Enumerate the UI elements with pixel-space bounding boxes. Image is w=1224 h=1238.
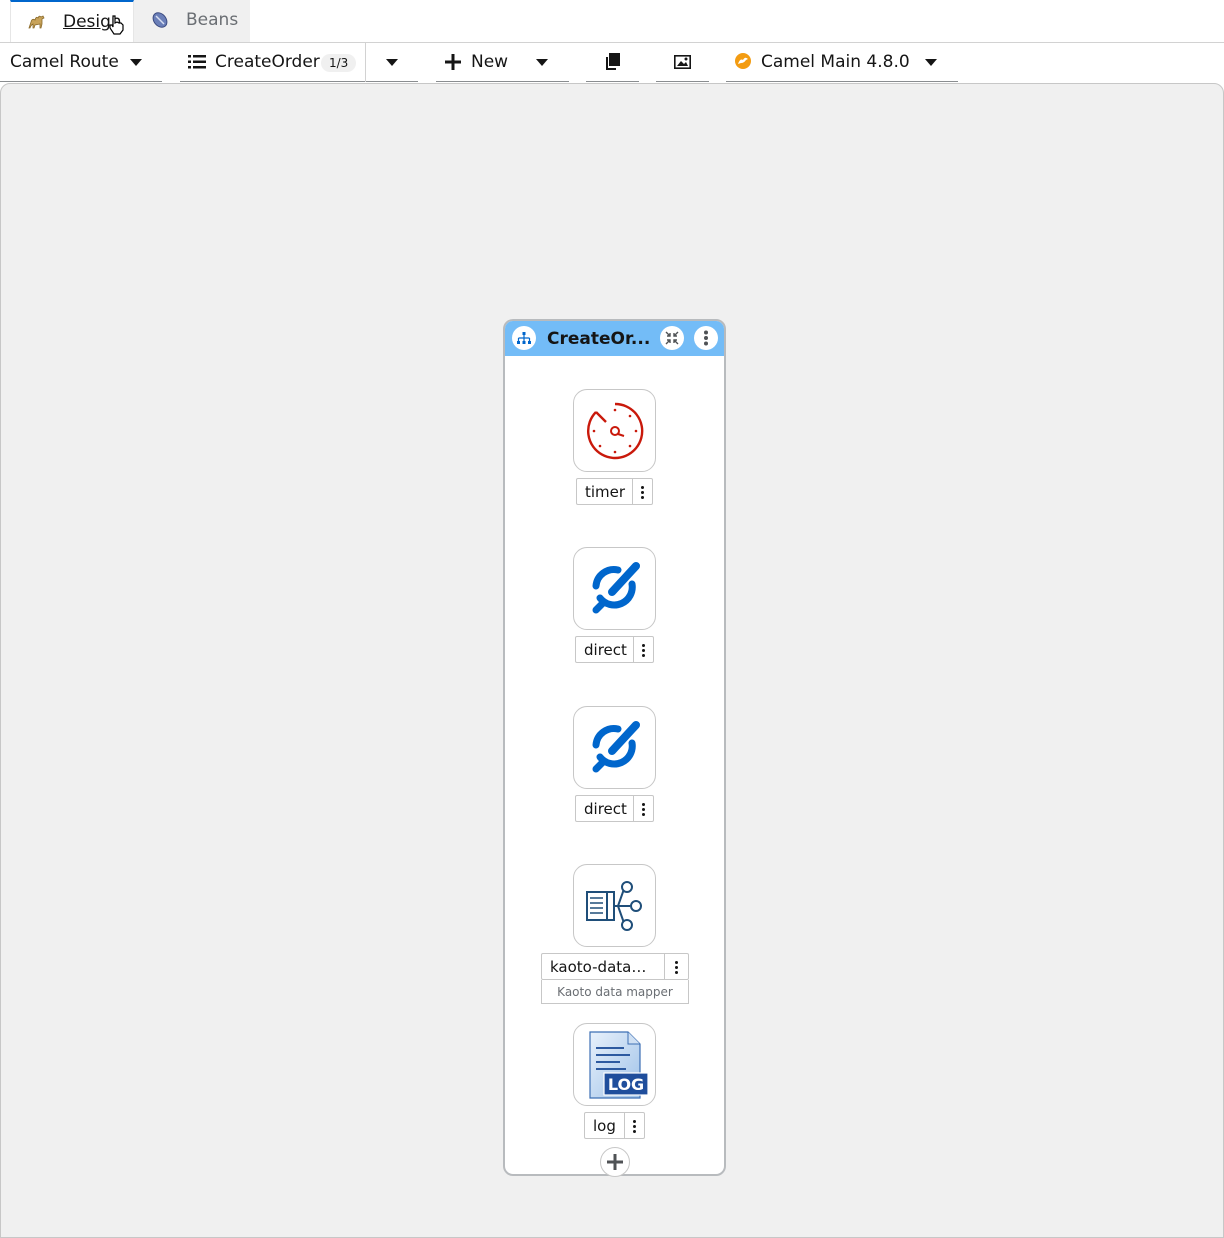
chevron-down-icon[interactable]: [386, 59, 398, 66]
toolbar: Camel Route CreateOrder 1/3 New Camel Ma…: [0, 43, 1224, 83]
mouse-pointer-icon: [109, 15, 124, 35]
kebab-icon: [704, 330, 708, 346]
editor-tabs: Design Beans: [0, 0, 1224, 43]
plus-icon: [607, 1154, 623, 1170]
new-route-button[interactable]: New: [436, 43, 569, 82]
new-route-label: New: [471, 52, 509, 72]
route-title: CreateOr...: [547, 329, 651, 349]
runtime-selector-label: Camel Main 4.8.0: [761, 52, 910, 72]
copy-button[interactable]: [586, 43, 639, 82]
step-node-direct[interactable]: [573, 706, 656, 789]
datamapper-icon: [586, 881, 642, 931]
copy-icon: [606, 53, 620, 70]
step-label-direct[interactable]: direct: [575, 636, 654, 663]
direct-icon: [592, 562, 640, 614]
step-node-direct[interactable]: [573, 547, 656, 630]
type-selector[interactable]: Camel Route: [0, 43, 162, 82]
add-step-button[interactable]: [600, 1147, 630, 1177]
image-icon: [674, 55, 691, 69]
step-menu-kebab-icon[interactable]: [624, 1113, 644, 1138]
step-menu-kebab-icon[interactable]: [664, 954, 688, 979]
route-selector[interactable]: CreateOrder 1/3: [180, 43, 418, 82]
list-icon: [188, 55, 206, 69]
step-label-timer[interactable]: timer: [576, 478, 653, 505]
collapse-icon: [665, 331, 679, 345]
export-image-button[interactable]: [656, 43, 709, 82]
step-menu-kebab-icon[interactable]: [633, 796, 653, 821]
step-label-direct[interactable]: direct: [575, 795, 654, 822]
route-icon: [512, 326, 536, 350]
svg-text:LOG: LOG: [608, 1075, 644, 1094]
route-header[interactable]: CreateOr...: [505, 321, 724, 356]
divider: [365, 43, 366, 82]
step-label-log[interactable]: log: [584, 1112, 645, 1139]
timer-icon: [586, 402, 644, 460]
plus-icon: [445, 54, 461, 70]
step-label-text: direct: [584, 799, 627, 818]
step-menu-kebab-icon[interactable]: [632, 479, 652, 504]
step-node-log[interactable]: LOG: [573, 1023, 656, 1106]
step-label-text: timer: [585, 482, 626, 501]
route-menu-button[interactable]: [694, 326, 718, 350]
step-description: Kaoto data mapper: [541, 980, 689, 1004]
log-icon: LOG: [589, 1031, 649, 1099]
type-selector-label: Camel Route: [10, 52, 119, 72]
camel-runtime-icon: [735, 53, 751, 69]
step-label-datamapper[interactable]: kaoto-datama...: [541, 953, 689, 980]
collapse-button[interactable]: [660, 326, 684, 350]
runtime-selector[interactable]: Camel Main 4.8.0: [726, 43, 958, 82]
step-label-text: log: [593, 1116, 616, 1135]
bean-icon: [152, 12, 168, 28]
chevron-down-icon[interactable]: [536, 59, 548, 66]
chevron-down-icon: [925, 59, 937, 66]
step-node-timer[interactable]: [573, 389, 656, 472]
tab-beans-label: Beans: [186, 10, 239, 30]
tab-beans[interactable]: Beans: [134, 0, 250, 42]
step-node-datamapper[interactable]: [573, 864, 656, 947]
route-count-badge: 1/3: [321, 54, 357, 72]
direct-icon: [592, 721, 640, 773]
step-menu-kebab-icon[interactable]: [633, 637, 653, 662]
step-label-text: direct: [584, 640, 627, 659]
tab-design[interactable]: Design: [10, 0, 134, 42]
route-selector-label: CreateOrder: [215, 52, 320, 72]
step-label-text: kaoto-datama...: [550, 957, 666, 976]
camel-icon: [28, 15, 45, 29]
chevron-down-icon: [130, 59, 142, 66]
